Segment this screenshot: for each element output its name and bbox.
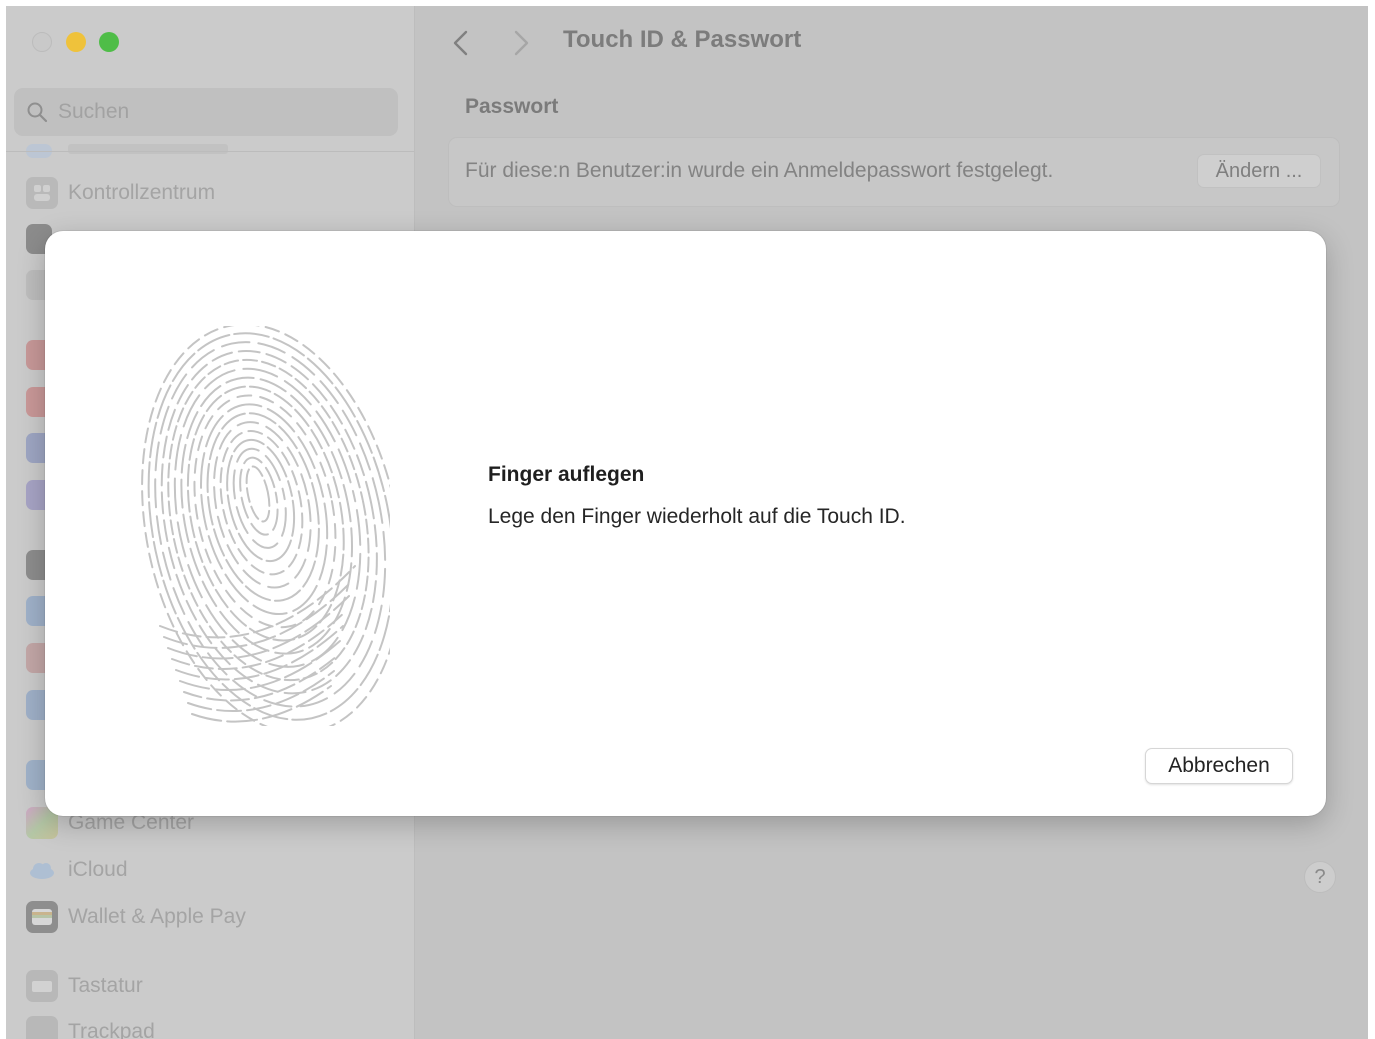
sidebar-item-kontrollzentrum[interactable]: Kontrollzentrum xyxy=(26,176,406,210)
sidebar-item-tastatur[interactable]: Tastatur xyxy=(26,969,406,1003)
maximize-window-button[interactable] xyxy=(99,32,119,52)
wallet-icon xyxy=(26,901,58,933)
sidebar-item-partial-label xyxy=(68,144,228,154)
sidebar-divider xyxy=(6,151,414,152)
fingerprint-ridge xyxy=(239,456,279,536)
search-field[interactable] xyxy=(14,88,398,136)
change-password-button[interactable]: Ändern ... xyxy=(1197,154,1321,188)
sidebar-item-label: Trackpad xyxy=(68,1020,155,1039)
search-icon xyxy=(27,102,48,123)
password-settings-row: Für diese:n Benutzer:in wurde ein Anmeld… xyxy=(448,137,1340,207)
control-center-icon xyxy=(26,177,58,209)
sidebar-item-trackpad[interactable]: Trackpad xyxy=(26,1015,406,1039)
fingerprint-icon xyxy=(141,326,390,726)
dialog-title: Finger auflegen xyxy=(488,463,645,486)
dialog-message: Lege den Finger wiederholt auf die Touch… xyxy=(488,505,906,528)
forward-chevron-icon[interactable] xyxy=(506,26,536,60)
section-title-password: Passwort xyxy=(465,95,559,118)
password-status-text: Für diese:n Benutzer:in wurde ein Anmeld… xyxy=(465,159,1054,182)
system-settings-window: Kontrollzentrum Game Center iClou xyxy=(6,6,1368,1039)
sidebar-item-label: Wallet & Apple Pay xyxy=(68,905,246,928)
sidebar-item-icloud[interactable]: iCloud xyxy=(26,853,406,887)
help-button[interactable]: ? xyxy=(1304,861,1336,893)
touch-id-enroll-dialog: Finger auflegen Lege den Finger wiederho… xyxy=(45,231,1326,816)
search-input[interactable] xyxy=(58,98,378,126)
trackpad-icon xyxy=(26,1016,58,1039)
fingerprint-ridge xyxy=(213,421,312,589)
minimize-window-button[interactable] xyxy=(66,32,86,52)
sidebar-item-label: Kontrollzentrum xyxy=(68,181,216,204)
back-chevron-icon[interactable] xyxy=(446,26,476,60)
sidebar-item-label: iCloud xyxy=(68,858,128,881)
fingerprint-ridge xyxy=(159,565,356,639)
close-window-button[interactable] xyxy=(32,32,52,52)
sidebar-item-label: Tastatur xyxy=(68,974,143,997)
icloud-icon xyxy=(26,854,58,886)
page-title: Touch ID & Passwort xyxy=(563,26,802,53)
keyboard-icon xyxy=(26,970,58,1002)
sidebar-item-wallet[interactable]: Wallet & Apple Pay xyxy=(26,900,406,934)
cancel-button[interactable]: Abbrechen xyxy=(1145,748,1293,784)
